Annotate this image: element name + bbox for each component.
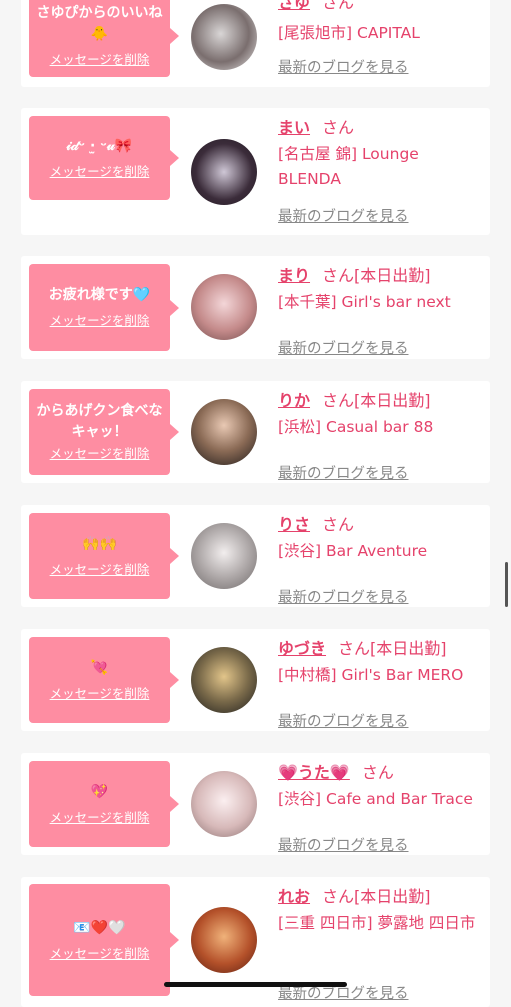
avatar[interactable] [191, 647, 257, 713]
latest-blog-link[interactable]: 最新のブログを見る [278, 462, 409, 483]
profile-info: さゆ さん [尾張旭市] CAPITAL 最新のブログを見る [278, 0, 484, 76]
cast-name[interactable]: さゆ [278, 0, 310, 12]
delete-message-link[interactable]: メッセージを削除 [50, 163, 150, 181]
shop-name: [三重 四日市] 夢露地 四日市 [278, 914, 476, 932]
delete-message-link[interactable]: メッセージを削除 [50, 685, 150, 703]
delete-message-link[interactable]: メッセージを削除 [50, 445, 150, 463]
latest-blog-link[interactable]: 最新のブログを見る [278, 710, 409, 731]
cast-name[interactable]: まい [278, 118, 310, 137]
message-text: 📧❤️🤍 [73, 919, 126, 936]
shop-name: [渋谷] Cafe and Bar Trace [278, 790, 473, 808]
cast-name[interactable]: りさ [278, 515, 310, 534]
message-text: からあげクン食べなキャッ！ [36, 403, 163, 440]
delete-message-link[interactable]: メッセージを削除 [50, 809, 150, 827]
status-badge: [本日出勤] [354, 266, 431, 285]
message-bubble: 𝒾𝒹ᵕ ·̫ ᵕ𝓊🎀 メッセージを削除 [29, 116, 179, 200]
status-badge: [本日出勤] [370, 639, 447, 658]
shop-name: [中村橋] Girl's Bar MERO [278, 666, 464, 684]
shop-name: [名古屋 錦] Lounge BLENDA [278, 145, 419, 188]
message-text: 🙌🙌 [82, 535, 117, 552]
message-card: 🙌🙌 メッセージを削除 りさ さん [渋谷] Bar Aventure 最新のブロ… [21, 505, 490, 607]
honorific: さん [338, 639, 371, 658]
honorific: さん [322, 887, 355, 906]
avatar[interactable] [191, 907, 257, 973]
profile-info: れお さん[本日出勤] [三重 四日市] 夢露地 四日市 最新のブログを見る [278, 886, 484, 1002]
message-card: 𝒾𝒹ᵕ ·̫ ᵕ𝓊🎀 メッセージを削除 まい さん [名古屋 錦] Lounge … [21, 108, 490, 235]
message-card: からあげクン食べなキャッ！ メッセージを削除 りか さん[本日出勤] [浜松] C… [21, 381, 490, 483]
honorific: さん [322, 515, 355, 534]
message-card: 💖 メッセージを削除 💗うた💗 さん [渋谷] Cafe and Bar Trac… [21, 753, 490, 855]
message-text: さゆぴからのいいね🐥 [36, 5, 163, 42]
delete-message-link[interactable]: メッセージを削除 [50, 561, 150, 579]
latest-blog-link[interactable]: 最新のブログを見る [278, 834, 409, 855]
avatar[interactable] [191, 523, 257, 589]
cast-name[interactable]: りか [278, 391, 310, 410]
honorific: さん [361, 763, 394, 782]
profile-info: りか さん[本日出勤] [浜松] Casual bar 88 最新のブログを見る [278, 390, 484, 482]
shop-name: [浜松] Casual bar 88 [278, 418, 434, 436]
home-indicator[interactable] [164, 982, 347, 987]
avatar[interactable] [191, 274, 257, 340]
shop-name: [尾張旭市] CAPITAL [278, 24, 420, 42]
delete-message-link[interactable]: メッセージを削除 [50, 312, 150, 330]
cast-name[interactable]: れお [278, 887, 310, 906]
avatar[interactable] [191, 399, 257, 465]
honorific: さん [322, 391, 355, 410]
latest-blog-link[interactable]: 最新のブログを見る [278, 586, 409, 607]
message-text: 𝒾𝒹ᵕ ·̫ ᵕ𝓊🎀 [66, 137, 133, 154]
status-badge: [本日出勤] [354, 887, 431, 906]
avatar[interactable] [191, 139, 257, 205]
message-bubble: 📧❤️🤍 メッセージを削除 [29, 884, 179, 996]
message-text: 💘 [90, 659, 109, 676]
avatar[interactable] [191, 4, 257, 70]
honorific: さん [322, 0, 355, 12]
message-card: 📧❤️🤍 メッセージを削除 れお さん[本日出勤] [三重 四日市] 夢露地 四日… [21, 877, 490, 1007]
latest-blog-link[interactable]: 最新のブログを見る [278, 56, 409, 77]
profile-info: まり さん[本日出勤] [本千葉] Girl's bar next 最新のブログを… [278, 265, 484, 357]
profile-info: まい さん [名古屋 錦] Lounge BLENDA 最新のブログを見る [278, 117, 484, 225]
delete-message-link[interactable]: メッセージを削除 [50, 51, 150, 69]
message-card: 💘 メッセージを削除 ゆづき さん[本日出勤] [中村橋] Girl's Bar … [21, 629, 490, 731]
message-bubble: 💖 メッセージを削除 [29, 761, 179, 847]
profile-info: 💗うた💗 さん [渋谷] Cafe and Bar Trace 最新のブログを見る [278, 762, 484, 854]
profile-info: ゆづき さん[本日出勤] [中村橋] Girl's Bar MERO 最新のブログ… [278, 638, 484, 730]
cast-name[interactable]: 💗うた💗 [278, 763, 350, 782]
shop-name: [本千葉] Girl's bar next [278, 293, 451, 311]
profile-info: りさ さん [渋谷] Bar Aventure 最新のブログを見る [278, 514, 484, 606]
cast-name[interactable]: ゆづき [278, 639, 326, 658]
message-bubble: お疲れ様です🩵 メッセージを削除 [29, 264, 179, 351]
shop-name: [渋谷] Bar Aventure [278, 542, 428, 560]
status-badge: [本日出勤] [354, 391, 431, 410]
honorific: さん [322, 118, 355, 137]
scrollbar[interactable] [505, 562, 508, 607]
latest-blog-link[interactable]: 最新のブログを見る [278, 337, 409, 358]
delete-message-link[interactable]: メッセージを削除 [50, 945, 150, 963]
message-card: さゆぴからのいいね🐥 メッセージを削除 さゆ さん [尾張旭市] CAPITAL … [21, 0, 490, 87]
avatar[interactable] [191, 771, 257, 837]
message-card: お疲れ様です🩵 メッセージを削除 まり さん[本日出勤] [本千葉] Girl's… [21, 256, 490, 359]
message-bubble: からあげクン食べなキャッ！ メッセージを削除 [29, 389, 179, 475]
message-bubble: さゆぴからのいいね🐥 メッセージを削除 [29, 0, 179, 77]
message-bubble: 🙌🙌 メッセージを削除 [29, 513, 179, 599]
honorific: さん [322, 266, 355, 285]
cast-name[interactable]: まり [278, 266, 310, 285]
message-text: お疲れ様です🩵 [48, 287, 151, 303]
message-bubble: 💘 メッセージを削除 [29, 637, 179, 723]
message-text: 💖 [90, 783, 109, 800]
latest-blog-link[interactable]: 最新のブログを見る [278, 205, 409, 226]
